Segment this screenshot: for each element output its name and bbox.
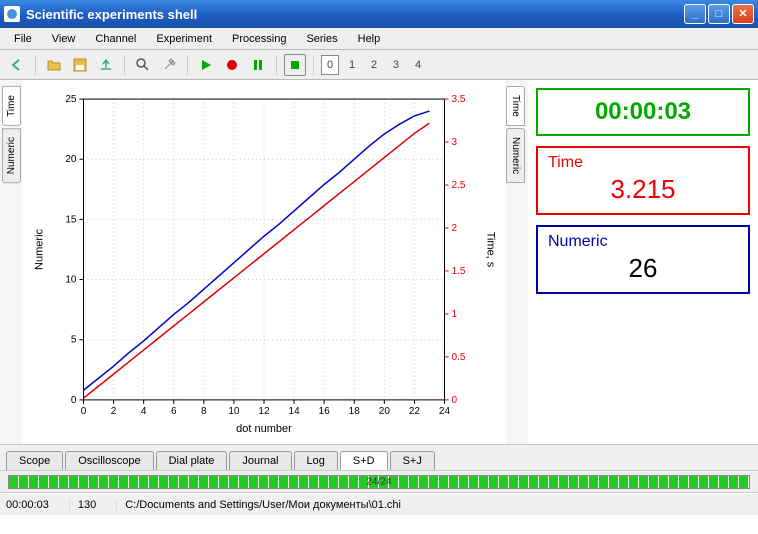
svg-text:0: 0	[71, 395, 77, 406]
minimize-button[interactable]: _	[684, 4, 706, 24]
menu-channel[interactable]: Channel	[85, 30, 146, 48]
svg-text:20: 20	[379, 406, 391, 417]
status-bar: 00:00:03 130 C:/Documents and Settings/U…	[0, 493, 758, 515]
svg-text:dot number: dot number	[236, 423, 292, 435]
svg-text:1.5: 1.5	[452, 266, 466, 277]
tab-sd[interactable]: S+D	[340, 451, 388, 470]
svg-text:14: 14	[289, 406, 301, 417]
status-path: C:/Documents and Settings/User/Мои докум…	[125, 499, 744, 511]
elapsed-value: 00:00:03	[548, 96, 738, 128]
svg-text:16: 16	[319, 406, 331, 417]
menu-series[interactable]: Series	[296, 30, 347, 48]
tab-dial-plate[interactable]: Dial plate	[156, 451, 228, 470]
svg-text:2: 2	[452, 223, 458, 234]
time-panel: Time 3.215	[536, 146, 750, 215]
svg-text:3: 3	[452, 137, 458, 148]
channel-4-button[interactable]: 4	[409, 55, 427, 75]
export-icon[interactable]	[95, 54, 117, 76]
left-tab-numeric[interactable]: Numeric	[2, 128, 21, 183]
app-icon	[4, 6, 20, 22]
bottom-tabs: Scope Oscilloscope Dial plate Journal Lo…	[0, 445, 758, 471]
chart-plot: 024681012141618202224051015202500.511.52…	[26, 84, 502, 440]
svg-text:3.5: 3.5	[452, 94, 466, 105]
svg-text:0.5: 0.5	[452, 352, 466, 363]
status-count: 130	[78, 499, 117, 511]
status-time: 00:00:03	[6, 499, 70, 511]
svg-text:6: 6	[171, 406, 177, 417]
tab-scope[interactable]: Scope	[6, 451, 63, 470]
window-title: Scientific experiments shell	[26, 7, 684, 22]
right-side-tabs: Time Numeric	[506, 80, 528, 444]
stop-icon[interactable]	[284, 54, 306, 76]
tool-icon[interactable]	[158, 54, 180, 76]
record-icon[interactable]	[221, 54, 243, 76]
menu-bar: File View Channel Experiment Processing …	[0, 28, 758, 50]
tab-log[interactable]: Log	[294, 451, 338, 470]
svg-text:4: 4	[141, 406, 147, 417]
svg-text:10: 10	[65, 275, 77, 286]
menu-file[interactable]: File	[4, 30, 42, 48]
left-side-tabs: Time Numeric	[0, 80, 22, 444]
maximize-button[interactable]: □	[708, 4, 730, 24]
svg-text:0: 0	[81, 406, 87, 417]
window-titlebar: Scientific experiments shell _ □ ✕	[0, 0, 758, 28]
open-icon[interactable]	[43, 54, 65, 76]
toolbar: 0 1 2 3 4	[0, 50, 758, 80]
channel-3-button[interactable]: 3	[387, 55, 405, 75]
menu-processing[interactable]: Processing	[222, 30, 296, 48]
progress-bar: 24/24	[8, 475, 750, 489]
svg-text:24: 24	[439, 406, 451, 417]
play-icon[interactable]	[195, 54, 217, 76]
svg-text:2.5: 2.5	[452, 180, 466, 191]
chart-area: 024681012141618202224051015202500.511.52…	[22, 80, 506, 444]
pause-icon[interactable]	[247, 54, 269, 76]
right-tab-numeric[interactable]: Numeric	[506, 128, 525, 183]
time-panel-value: 3.215	[548, 172, 738, 207]
svg-text:1: 1	[452, 309, 458, 320]
right-tab-time[interactable]: Time	[506, 86, 525, 126]
svg-text:22: 22	[409, 406, 421, 417]
tab-journal[interactable]: Journal	[229, 451, 291, 470]
numeric-panel-label: Numeric	[548, 233, 738, 251]
svg-text:20: 20	[65, 154, 77, 165]
tab-oscilloscope[interactable]: Oscilloscope	[65, 451, 153, 470]
svg-text:Time, s: Time, s	[485, 232, 497, 268]
readout-panels: 00:00:03 Time 3.215 Numeric 26	[528, 80, 758, 444]
svg-text:15: 15	[65, 214, 77, 225]
channel-1-button[interactable]: 1	[343, 55, 361, 75]
svg-text:2: 2	[111, 406, 117, 417]
channel-2-button[interactable]: 2	[365, 55, 383, 75]
menu-help[interactable]: Help	[348, 30, 391, 48]
numeric-panel: Numeric 26	[536, 225, 750, 294]
svg-text:5: 5	[71, 335, 77, 346]
svg-text:10: 10	[228, 406, 240, 417]
svg-text:25: 25	[65, 94, 77, 105]
left-tab-time[interactable]: Time	[2, 86, 21, 126]
main-area: Time Numeric 024681012141618202224051015…	[0, 80, 758, 445]
numeric-panel-value: 26	[548, 251, 738, 286]
progress-row: 24/24	[0, 471, 758, 493]
menu-experiment[interactable]: Experiment	[146, 30, 222, 48]
zoom-icon[interactable]	[132, 54, 154, 76]
svg-text:0: 0	[452, 395, 458, 406]
svg-text:8: 8	[201, 406, 207, 417]
menu-view[interactable]: View	[42, 30, 86, 48]
svg-text:12: 12	[258, 406, 270, 417]
svg-text:18: 18	[349, 406, 361, 417]
progress-text: 24/24	[366, 476, 391, 487]
back-icon[interactable]	[6, 54, 28, 76]
svg-text:Numeric: Numeric	[33, 228, 45, 269]
elapsed-panel: 00:00:03	[536, 88, 750, 136]
tab-sj[interactable]: S+J	[390, 451, 435, 470]
save-icon[interactable]	[69, 54, 91, 76]
time-panel-label: Time	[548, 154, 738, 172]
channel-0-button[interactable]: 0	[321, 55, 339, 75]
close-button[interactable]: ✕	[732, 4, 754, 24]
